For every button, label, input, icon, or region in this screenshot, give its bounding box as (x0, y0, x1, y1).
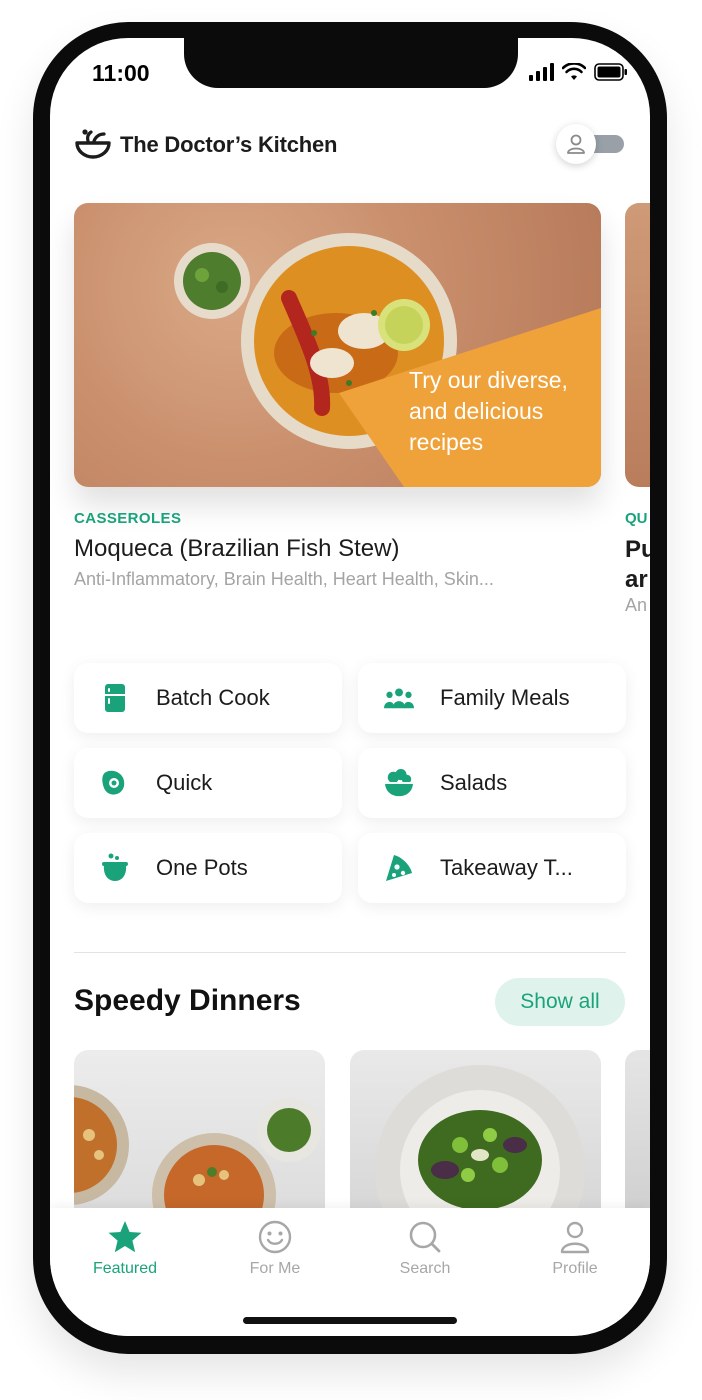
pizza-slice-icon (384, 853, 414, 883)
battery-icon (594, 63, 627, 81)
category-label: Quick (156, 770, 213, 795)
chickpea-stew-illustration (74, 1085, 321, 1220)
section-title: Speedy Dinners (74, 984, 301, 1017)
status-time: 11:00 (92, 60, 150, 86)
smiley-icon (258, 1220, 292, 1254)
home-indicator[interactable] (243, 1317, 457, 1324)
tab-for-me[interactable]: For Me (225, 1220, 325, 1278)
status-icons (528, 63, 628, 81)
category-family-meals[interactable]: Family Meals (358, 663, 626, 733)
speedy-dinner-card-image[interactable] (625, 1050, 650, 1220)
category-label: Salads (440, 770, 508, 795)
fridge-icon (100, 683, 130, 713)
toggle-knob (556, 124, 596, 164)
tab-label: Featured (92, 1260, 158, 1277)
speedy-dinner-card-image[interactable] (74, 1050, 325, 1220)
profile-switch-toggle[interactable] (556, 124, 624, 164)
star-icon (108, 1221, 142, 1253)
profile-icon (560, 1221, 590, 1254)
egg-pan-icon (100, 768, 130, 798)
section-divider (74, 952, 626, 953)
wifi-icon (562, 63, 586, 80)
next-featured-info[interactable]: QU Pu ar An (625, 510, 650, 616)
brand-name: The Doctor’s Kitchen (120, 132, 338, 157)
category-label: Takeaway T... (440, 855, 573, 880)
tab-label: Profile (552, 1260, 598, 1277)
brand-logo[interactable]: The Doctor’s Kitchen (74, 128, 337, 162)
app-screen: 11:00 The Doctor’s Kitchen Try our diver… (50, 38, 650, 1336)
recipe-category: CASSEROLES (74, 510, 182, 527)
family-icon (384, 683, 414, 713)
category-label: Batch Cook (156, 685, 270, 710)
category-grid: Batch Cook Family Meals Quick Salads One… (74, 663, 626, 903)
greens-plate-illustration (375, 1065, 585, 1220)
tab-label: For Me (249, 1260, 301, 1277)
category-salads[interactable]: Salads (358, 748, 626, 818)
bowl-logo-icon (75, 129, 111, 159)
salad-bowl-icon (384, 768, 414, 798)
category-takeaway[interactable]: Takeaway T... (358, 833, 626, 903)
user-icon (567, 134, 585, 154)
category-label: Family Meals (440, 685, 570, 710)
hero-tagline: Try our diverse, and delicious recipes (409, 367, 568, 455)
category-label: One Pots (156, 855, 248, 880)
next-featured-image[interactable] (625, 203, 650, 487)
speedy-dinner-card-image[interactable] (350, 1050, 601, 1220)
next-recipe-title-line2: ar (625, 566, 648, 593)
recipe-health-tags: Anti-Inflammatory, Brain Health, Heart H… (74, 569, 494, 589)
tab-search[interactable]: Search (375, 1220, 475, 1278)
cauldron-icon (100, 853, 130, 883)
next-recipe-category: QU (625, 510, 648, 527)
tab-profile[interactable]: Profile (525, 1220, 625, 1278)
featured-recipe-image[interactable]: Try our diverse, and delicious recipes (74, 203, 601, 487)
show-all-button[interactable]: Show all (495, 978, 625, 1026)
tab-featured[interactable]: Featured (75, 1220, 175, 1278)
device-notch (184, 38, 518, 88)
search-icon (409, 1221, 441, 1253)
tab-label: Search (399, 1260, 451, 1277)
category-one-pots[interactable]: One Pots (74, 833, 342, 903)
next-recipe-tags: An (625, 595, 648, 615)
category-quick[interactable]: Quick (74, 748, 342, 818)
cellular-signal-icon (529, 63, 554, 81)
recipe-title: Moqueca (Brazilian Fish Stew) (74, 535, 400, 562)
category-batch-cook[interactable]: Batch Cook (74, 663, 342, 733)
next-recipe-title-line1: Pu (625, 536, 650, 563)
featured-recipe-info[interactable]: CASSEROLES Moqueca (Brazilian Fish Stew)… (74, 510, 604, 590)
